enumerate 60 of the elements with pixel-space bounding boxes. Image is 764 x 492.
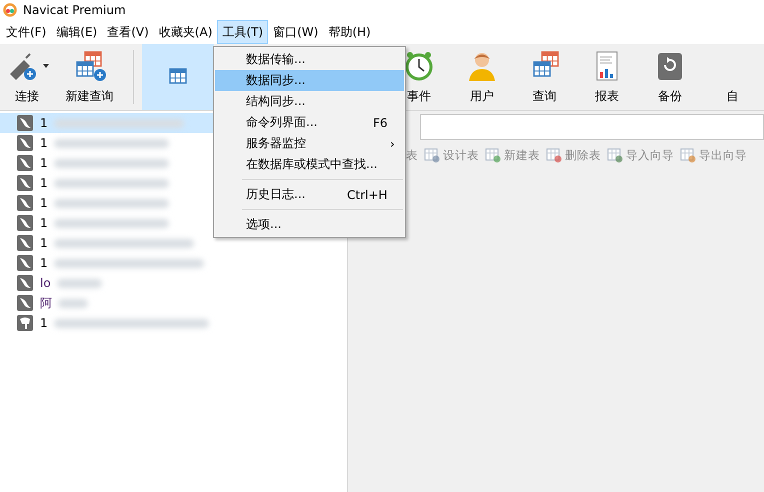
table-tool-icon <box>607 147 623 163</box>
connection-name: 阿 <box>40 294 52 312</box>
menu-item[interactable]: 选项... <box>215 214 404 235</box>
connection-name: 1 <box>40 176 48 190</box>
toolbar-button[interactable]: 用户 <box>450 44 514 110</box>
menu-item[interactable]: 收藏夹(A) <box>154 20 218 44</box>
table-tool-icon <box>680 147 696 163</box>
dolphin-icon <box>17 235 33 251</box>
connection-name: 1 <box>40 156 48 170</box>
toolbar-button[interactable]: 自 <box>701 44 764 110</box>
menu-item[interactable]: 查看(V) <box>102 20 154 44</box>
dolphin-icon <box>17 295 33 311</box>
redacted-text <box>56 278 102 288</box>
toolbar-button[interactable]: 查询 <box>513 44 576 110</box>
connection-name: 1 <box>40 136 48 150</box>
caret-icon[interactable] <box>42 62 50 68</box>
menu-item[interactable]: 在数据库或模式中查找... <box>215 154 404 175</box>
shortcut-text: F6 <box>373 116 388 130</box>
connection-item[interactable]: 1 <box>0 313 347 333</box>
dolphin-icon <box>17 115 33 131</box>
table-tool-icon <box>424 147 440 163</box>
toolbar-button[interactable]: 备份 <box>638 44 702 110</box>
connection-item[interactable]: lo <box>0 273 347 293</box>
menu-item[interactable]: 工具(T) <box>217 20 268 44</box>
menu-item[interactable]: 数据同步... <box>215 70 404 91</box>
connection-item[interactable]: 1 <box>0 233 347 253</box>
connection-name: 1 <box>40 216 48 230</box>
table-tool-icon <box>546 147 562 163</box>
connection-item[interactable]: 1 <box>0 253 347 273</box>
search-field[interactable] <box>420 114 764 140</box>
connection-name: 1 <box>40 196 48 210</box>
toolbar-button[interactable]: 报表 <box>576 44 639 110</box>
dolphin-icon <box>17 135 33 151</box>
menu-item[interactable]: 编辑(E) <box>51 20 102 44</box>
dolphin-icon <box>17 255 33 271</box>
connection-name: 1 <box>40 116 48 130</box>
toolbar-button[interactable]: 连接 <box>0 44 54 110</box>
shortcut-text: Ctrl+H <box>347 188 388 202</box>
toolbar-button[interactable]: 新建查询 <box>54 44 126 110</box>
menu-item[interactable]: 文件(F) <box>1 20 52 44</box>
app-logo-icon <box>3 3 17 17</box>
dolphin-icon <box>17 175 33 191</box>
submenu-arrow: › <box>390 136 395 150</box>
toolbar-button[interactable] <box>142 44 214 110</box>
dolphin-icon <box>17 195 33 211</box>
connection-name: 1 <box>40 256 48 270</box>
connection-item[interactable]: 阿 <box>0 293 347 313</box>
connection-name: lo <box>40 276 51 290</box>
table-tool-icon <box>485 147 501 163</box>
redacted-text <box>58 298 88 308</box>
dolphin-icon <box>17 155 33 171</box>
menu-item[interactable]: 服务器监控 › <box>215 133 404 154</box>
dolphin-icon <box>17 215 33 231</box>
window-title: Navicat Premium <box>23 3 126 17</box>
menu-item[interactable]: 帮助(H) <box>323 20 376 44</box>
menu-item[interactable]: 历史日志... Ctrl+H <box>215 184 404 205</box>
connection-name: 1 <box>40 236 48 250</box>
dolphin-icon <box>17 275 33 291</box>
connection-name: 1 <box>40 316 48 330</box>
menu-item[interactable]: 窗口(W) <box>268 20 324 44</box>
